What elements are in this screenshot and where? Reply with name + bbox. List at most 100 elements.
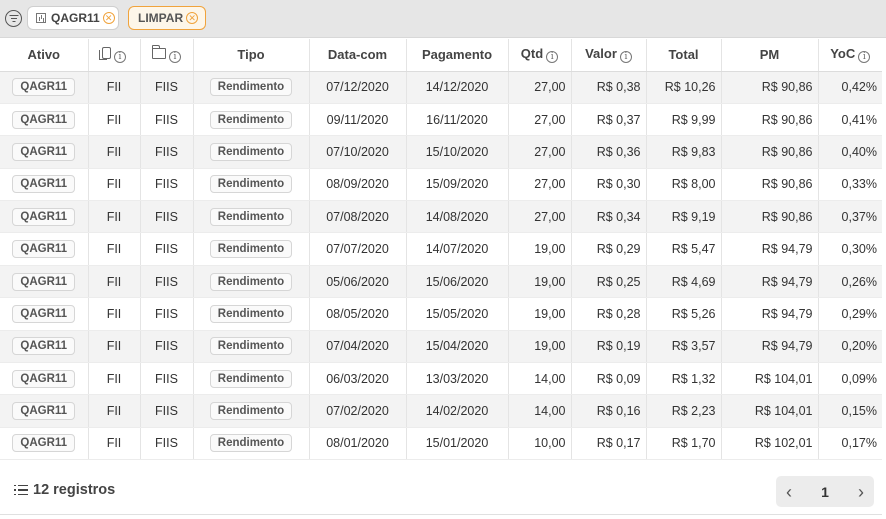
value-cell: R$ 0,28 [571,297,647,331]
quantity-cell: 14,00 [508,362,572,396]
quantity-cell: 27,00 [508,71,572,104]
class-cell: FII [88,168,141,202]
header-categoria[interactable]: i [140,39,194,72]
payment-date-cell: 13/03/2020 [406,362,509,396]
folder-icon [152,45,166,60]
table-row[interactable]: QAGR11 FII FIIS Rendimento 07/08/2020 14/08/2… [0,200,882,234]
info-icon[interactable]: i [858,51,871,64]
type-tag: Rendimento [209,402,293,421]
asset-tag[interactable]: QAGR11 [12,272,76,291]
table-row[interactable]: QAGR11 FII FIIS Rendimento 07/04/2020 15/04/2… [0,330,882,364]
table-row[interactable]: QAGR11 FII FIIS Rendimento 05/06/2020 15/06/2… [0,265,882,299]
category-cell: FIIS [140,427,194,461]
total-cell: R$ 9,99 [646,103,722,137]
total-cell: R$ 2,23 [646,394,722,428]
header-qtd-label: Qtd [520,46,544,62]
asset-tag[interactable]: QAGR11 [12,402,76,421]
clear-filters-chip[interactable]: LIMPAR ✕ [128,6,206,30]
header-pagamento[interactable]: Pagamento [406,39,509,72]
table-row[interactable]: QAGR11 FII FIIS Rendimento 07/10/2020 15/10/2… [0,135,882,169]
class-cell: FII [88,362,141,396]
type-tag: Rendimento [209,337,293,356]
table-header-row: Ativo i i Tipo Data-com Pagamento Qtd i V… [0,39,882,72]
info-icon[interactable]: i [619,51,632,64]
asset-tag[interactable]: QAGR11 [12,207,76,226]
current-page[interactable]: 1 [821,484,829,500]
type-tag: Rendimento [209,110,293,129]
quantity-cell: 19,00 [508,265,572,299]
asset-tag[interactable]: QAGR11 [12,369,76,388]
value-cell: R$ 0,29 [571,232,647,266]
table-row[interactable]: QAGR11 FII FIIS Rendimento 07/07/2020 14/07/2… [0,232,882,266]
header-total[interactable]: Total [646,39,722,72]
average-price-cell: R$ 104,01 [721,362,819,396]
yoc-cell: 0,37% [818,200,882,234]
class-cell: FII [88,330,141,364]
payment-date-cell: 15/01/2020 [406,427,509,461]
asset-tag[interactable]: QAGR11 [12,434,76,453]
close-icon[interactable]: ✕ [102,12,115,24]
asset-tag[interactable]: QAGR11 [12,337,76,356]
asset-tag[interactable]: QAGR11 [12,304,76,323]
header-yoc[interactable]: YoC i [818,39,882,72]
yoc-cell: 0,33% [818,168,882,202]
info-icon[interactable]: i [546,51,559,64]
asset-tag[interactable]: QAGR11 [12,78,76,97]
type-cell: Rendimento [193,427,310,461]
asset-cell: QAGR11 [0,427,89,461]
header-ativo[interactable]: Ativo [0,39,89,72]
pagination: ‹ 1 › [776,476,874,507]
table-row[interactable]: QAGR11 FII FIIS Rendimento 08/09/2020 15/09/2… [0,168,882,202]
table-row[interactable]: QAGR11 FII FIIS Rendimento 07/02/2020 14/02/2… [0,394,882,428]
yoc-cell: 0,20% [818,330,882,364]
info-icon[interactable]: i [114,51,126,64]
chevron-right-icon[interactable]: › [858,483,864,501]
value-cell: R$ 0,09 [571,362,647,396]
average-price-cell: R$ 90,86 [721,168,819,202]
type-cell: Rendimento [193,168,310,202]
category-cell: FIIS [140,71,194,104]
class-cell: FII [88,427,141,461]
table-row[interactable]: QAGR11 FII FIIS Rendimento 09/11/2020 16/11/2… [0,103,882,137]
header-tipo[interactable]: Tipo [193,39,310,72]
average-price-cell: R$ 90,86 [721,200,819,234]
info-icon[interactable]: i [169,51,181,64]
quantity-cell: 19,00 [508,232,572,266]
type-cell: Rendimento [193,362,310,396]
type-cell: Rendimento [193,265,310,299]
data-com-cell: 08/09/2020 [309,168,407,202]
category-cell: FIIS [140,362,194,396]
total-cell: R$ 10,26 [646,71,722,104]
chevron-left-icon[interactable]: ‹ [786,483,792,501]
table-row[interactable]: QAGR11 FII FIIS Rendimento 06/03/2020 13/03/2… [0,362,882,396]
header-data-com[interactable]: Data-com [309,39,407,72]
value-cell: R$ 0,36 [571,135,647,169]
payment-date-cell: 15/09/2020 [406,168,509,202]
asset-cell: QAGR11 [0,200,89,234]
value-cell: R$ 0,34 [571,200,647,234]
header-valor[interactable]: Valor i [571,39,647,72]
type-tag: Rendimento [209,434,293,453]
header-pm[interactable]: PM [721,39,819,72]
close-icon[interactable]: ✕ [186,12,199,24]
header-qtd[interactable]: Qtd i [508,39,572,72]
payment-date-cell: 15/05/2020 [406,297,509,331]
total-cell: R$ 1,70 [646,427,722,461]
average-price-cell: R$ 102,01 [721,427,819,461]
data-com-cell: 07/04/2020 [309,330,407,364]
filter-icon[interactable] [5,10,22,27]
total-cell: R$ 9,83 [646,135,722,169]
table-row[interactable]: QAGR11 FII FIIS Rendimento 08/05/2020 15/05/2… [0,297,882,331]
header-classe[interactable]: i [88,39,141,72]
asset-tag[interactable]: QAGR11 [12,240,76,259]
table-row[interactable]: QAGR11 FII FIIS Rendimento 07/12/2020 14/12/2… [0,71,882,104]
asset-tag[interactable]: QAGR11 [12,175,76,194]
asset-tag[interactable]: QAGR11 [12,110,76,129]
asset-tag[interactable]: QAGR11 [12,142,76,161]
type-tag: Rendimento [209,175,293,194]
average-price-cell: R$ 90,86 [721,135,819,169]
total-cell: R$ 5,47 [646,232,722,266]
data-com-cell: 06/03/2020 [309,362,407,396]
table-row[interactable]: QAGR11 FII FIIS Rendimento 08/01/2020 15/01/2… [0,427,882,461]
asset-filter-chip[interactable]: QAGR11 ✕ [27,6,119,30]
